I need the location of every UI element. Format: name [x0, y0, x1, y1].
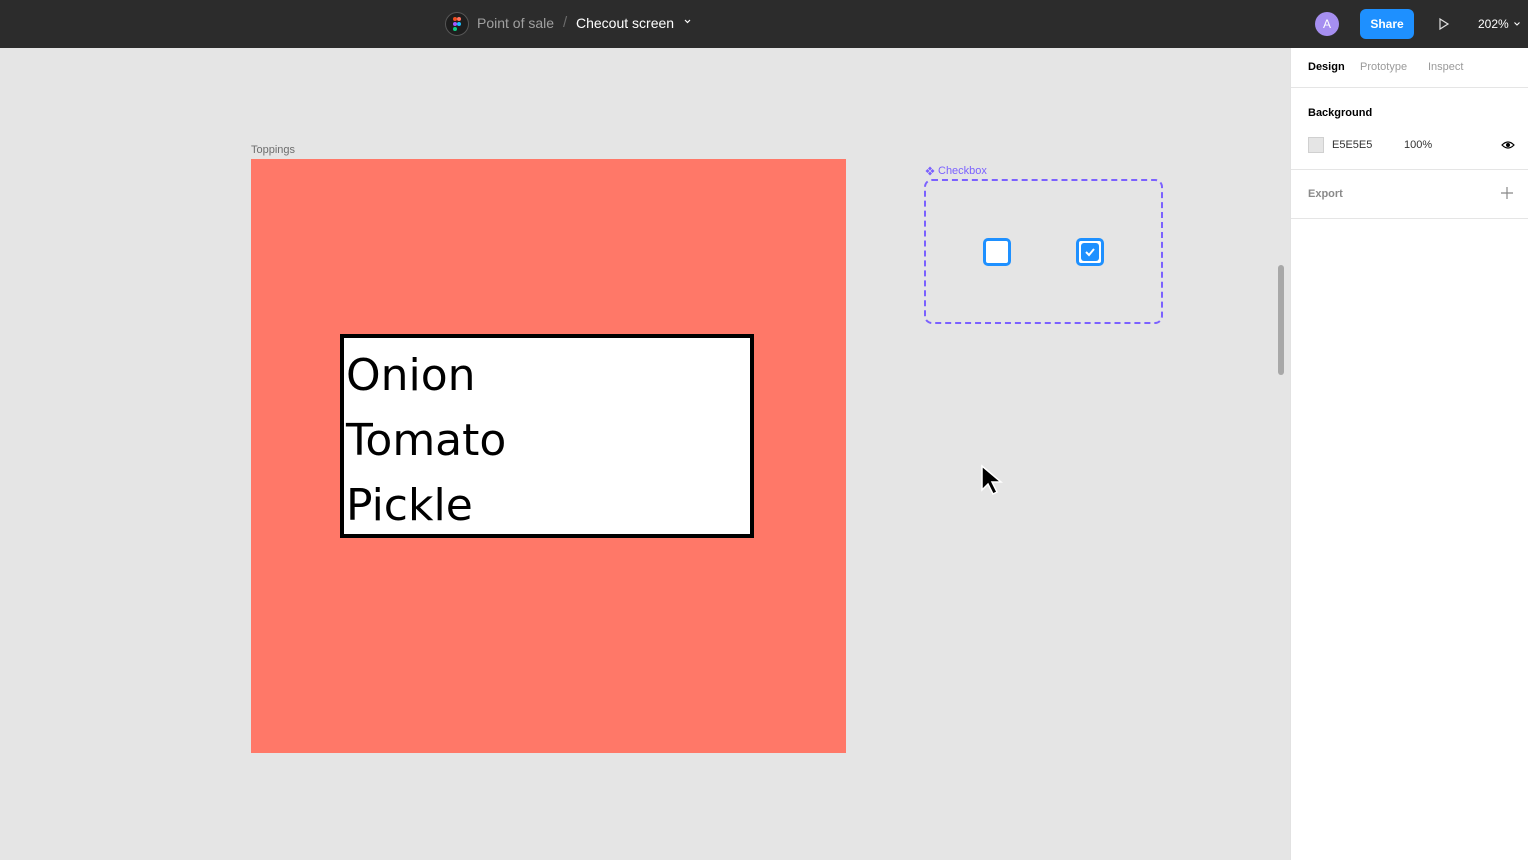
project-name[interactable]: Point of sale	[477, 15, 554, 31]
cursor-icon	[981, 464, 1004, 496]
toppings-list[interactable]: Onion Tomato Pickle	[340, 334, 754, 538]
background-hex-value[interactable]: E5E5E5	[1332, 139, 1372, 151]
plus-icon[interactable]	[1500, 186, 1514, 200]
section-divider	[1291, 169, 1528, 170]
background-opacity-value[interactable]: 100%	[1404, 139, 1432, 151]
tab-prototype[interactable]: Prototype	[1360, 61, 1407, 73]
breadcrumb-separator: /	[563, 14, 568, 31]
checkbox-component-set[interactable]	[924, 179, 1163, 324]
topping-item[interactable]: Onion	[346, 354, 476, 398]
panel-tabs: Design Prototype Inspect	[1291, 48, 1528, 88]
background-section-title: Background	[1308, 107, 1373, 119]
tab-design[interactable]: Design	[1308, 61, 1345, 73]
eye-icon[interactable]	[1501, 139, 1515, 151]
tab-inspect[interactable]: Inspect	[1428, 61, 1463, 73]
component-label[interactable]: Checkbox	[925, 165, 987, 177]
export-section-title: Export	[1308, 188, 1343, 200]
frame-label[interactable]: Toppings	[251, 144, 295, 156]
topping-item[interactable]: Tomato	[346, 419, 506, 463]
zoom-level[interactable]: 202%	[1478, 17, 1509, 31]
top-bar: Point of sale / Checout screen A Share 2…	[0, 0, 1528, 48]
play-icon[interactable]	[1436, 16, 1452, 32]
file-name[interactable]: Checout screen	[576, 15, 674, 31]
share-button[interactable]: Share	[1360, 9, 1414, 39]
avatar[interactable]: A	[1315, 12, 1339, 36]
properties-panel: Design Prototype Inspect Background E5E5…	[1290, 48, 1528, 860]
checkbox-checked-icon[interactable]	[1076, 238, 1104, 266]
canvas-scrollbar[interactable]	[1278, 265, 1284, 375]
component-icon	[925, 166, 935, 176]
zoom-chevron-down-icon[interactable]	[1513, 20, 1521, 28]
section-divider	[1291, 218, 1528, 219]
component-name: Checkbox	[938, 165, 987, 177]
checkbox-unchecked-icon[interactable]	[983, 238, 1011, 266]
background-color-swatch[interactable]	[1308, 137, 1324, 153]
chevron-down-icon[interactable]	[683, 17, 692, 26]
topping-item[interactable]: Pickle	[346, 484, 473, 528]
figma-logo-icon[interactable]	[445, 12, 469, 36]
